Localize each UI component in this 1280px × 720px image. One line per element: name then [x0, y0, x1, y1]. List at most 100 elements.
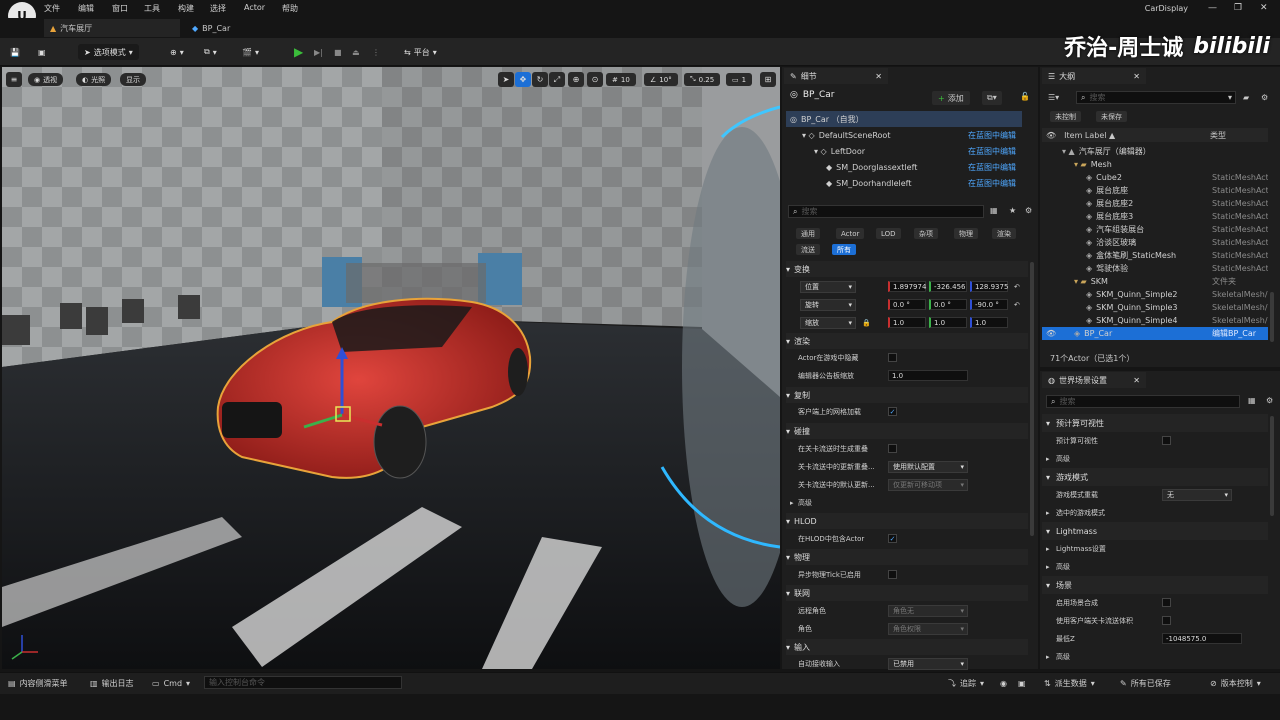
- selection-mode-dropdown[interactable]: ➤ 选项模式 ▾: [78, 44, 139, 60]
- net-load-checkbox[interactable]: ✓: [888, 407, 897, 416]
- outliner-row[interactable]: ◈ 展台底座3 StaticMeshAct: [1042, 210, 1268, 223]
- stop-button[interactable]: ■: [334, 44, 342, 60]
- type-column[interactable]: 类型: [1210, 130, 1226, 141]
- filter-chip[interactable]: LOD: [876, 228, 901, 239]
- world-settings-row[interactable]: ▾ 预计算可视性: [1042, 414, 1268, 432]
- menu-item[interactable]: Actor: [244, 3, 265, 12]
- outliner-row[interactable]: ◈ 展台底座 StaticMeshAct: [1042, 184, 1268, 197]
- outliner-search-input[interactable]: ⌕ 搜索 ▾: [1076, 91, 1236, 104]
- source-control-button[interactable]: ⊘ 版本控制 ▾: [1210, 677, 1261, 689]
- outliner-scrollbar[interactable]: [1270, 292, 1274, 342]
- location-y-input[interactable]: -326.456: [929, 281, 967, 292]
- details-scrollbar[interactable]: [1030, 262, 1034, 536]
- world-settings-row[interactable]: ▸ Lightmass设置: [1042, 540, 1268, 558]
- edit-in-blueprint-link[interactable]: 在蓝图中编辑: [968, 178, 1016, 189]
- menu-item[interactable]: 选择: [210, 3, 226, 14]
- close-window-icon[interactable]: ✕: [1260, 3, 1268, 13]
- maximize-viewport-icon[interactable]: ⊞: [760, 72, 776, 87]
- save-all-button[interactable]: ✎ 所有已保存: [1120, 677, 1171, 689]
- outliner-row[interactable]: ◈ SKM_Quinn_Simple4 SkeletalMesh/: [1042, 314, 1268, 327]
- table-view-icon[interactable]: ▦: [990, 206, 998, 215]
- visibility-eye-icon[interactable]: 👁: [1046, 329, 1056, 338]
- tab-blueprint[interactable]: ◆ BP_Car: [186, 19, 276, 37]
- blueprint-options-button[interactable]: ⧉▾: [982, 91, 1002, 105]
- outliner-row[interactable]: ◈ SKM_Quinn_Simple3 SkeletalMesh/: [1042, 301, 1268, 314]
- filter-chip[interactable]: 渲染: [992, 228, 1016, 239]
- scale-dropdown[interactable]: 缩放 ▾: [800, 317, 856, 329]
- component-row[interactable]: ◆ SM_Doorhandleleft 在蓝图中编辑: [786, 175, 1022, 191]
- scale-snap-button[interactable]: ⤡ 0.25: [684, 73, 721, 86]
- location-x-input[interactable]: 1.897974: [888, 281, 926, 292]
- add-actor-button[interactable]: ⊕ ▾: [170, 44, 184, 60]
- scale-tool-icon[interactable]: ⤢: [549, 72, 565, 87]
- outliner-row[interactable]: ▾ ▰ Mesh: [1042, 158, 1268, 171]
- scale-x-input[interactable]: 1.0: [888, 317, 926, 328]
- world-settings-row[interactable]: ▸ 高级: [1042, 558, 1268, 576]
- trace-button[interactable]: ⤵ 追踪 ▾: [948, 677, 984, 689]
- component-row[interactable]: ▾ ◇ LeftDoor 在蓝图中编辑: [786, 143, 1022, 159]
- select-tool-icon[interactable]: ➤: [498, 72, 514, 87]
- component-row[interactable]: ▾ ◇ DefaultSceneRoot 在蓝图中编辑: [786, 127, 1022, 143]
- hlod-section[interactable]: ▾ HLOD: [786, 513, 1028, 529]
- component-row[interactable]: ◎ BP_Car （自我）: [786, 111, 1022, 127]
- item-label-column[interactable]: Item Label ▲: [1064, 131, 1115, 140]
- filter-chip[interactable]: Actor: [836, 228, 865, 239]
- world-settings-row[interactable]: ▾ 游戏模式: [1042, 468, 1268, 486]
- close-tab-icon[interactable]: ✕: [1133, 376, 1140, 385]
- menu-item[interactable]: 窗口: [112, 3, 128, 14]
- translate-tool-icon[interactable]: ✥: [515, 72, 531, 87]
- hamburger-menu-icon[interactable]: ≡: [6, 72, 22, 87]
- update-overlap-dropdown[interactable]: 使用默认配置 ▾: [888, 461, 968, 473]
- camera-speed-button[interactable]: ▭ 1: [726, 73, 753, 86]
- outliner-row[interactable]: 👁 ◈ BP_Car 编辑BP_Car: [1042, 327, 1268, 340]
- grid-snap-button[interactable]: #10: [606, 73, 636, 86]
- reset-arrow-icon[interactable]: ↶: [1014, 301, 1020, 309]
- rendering-section[interactable]: ▾ 渲染: [786, 333, 1028, 349]
- outliner-row[interactable]: ◈ 洽谈区玻璃 StaticMeshAct: [1042, 236, 1268, 249]
- world-settings-checkbox[interactable]: [1162, 598, 1171, 607]
- edit-in-blueprint-link[interactable]: 在蓝图中编辑: [968, 130, 1016, 141]
- menu-item[interactable]: 构建: [178, 3, 194, 14]
- world-settings-checkbox[interactable]: [1162, 616, 1171, 625]
- platforms-dropdown[interactable]: ⇆ 平台 ▾: [404, 44, 437, 60]
- stop-trace-icon[interactable]: ▣: [1018, 677, 1026, 689]
- filter-chip[interactable]: 通用: [796, 228, 820, 239]
- outliner-row[interactable]: ◈ 汽车组装展台 StaticMeshAct: [1042, 223, 1268, 236]
- auto-input-dropdown[interactable]: 已禁用 ▾: [888, 658, 968, 670]
- blueprint-menu-button[interactable]: ⧉ ▾: [204, 44, 217, 60]
- play-options-icon[interactable]: ⋮: [372, 44, 380, 60]
- filter-chip[interactable]: 流送: [796, 244, 820, 255]
- transform-section[interactable]: ▾ 变换: [786, 261, 1028, 277]
- details-search-input[interactable]: ⌕ 搜索: [788, 205, 984, 218]
- billboard-scale-input[interactable]: 1.0: [888, 370, 968, 381]
- add-component-button[interactable]: + 添加: [932, 91, 970, 105]
- outliner-row[interactable]: ▾ ▰ SKM 文件夹: [1042, 275, 1268, 288]
- edit-in-blueprint-link[interactable]: 在蓝图中编辑: [968, 146, 1016, 157]
- record-icon[interactable]: ◉: [1000, 677, 1007, 689]
- perspective-button[interactable]: ◉ 透视: [28, 73, 64, 86]
- content-drawer-button[interactable]: ▤ 内容侧滑菜单: [8, 677, 68, 689]
- close-tab-icon[interactable]: ✕: [875, 72, 882, 81]
- tab-level[interactable]: ▲ 汽车展厅: [44, 19, 180, 37]
- filter-chip[interactable]: 物理: [954, 228, 978, 239]
- world-settings-scrollbar[interactable]: [1270, 416, 1274, 516]
- outliner-row[interactable]: ◈ 盒体笔刷_StaticMesh StaticMeshAct: [1042, 249, 1268, 262]
- generate-overlap-checkbox[interactable]: [888, 444, 897, 453]
- filter-chip[interactable]: 所有: [832, 244, 856, 255]
- console-command-input[interactable]: 输入控制台命令: [204, 676, 402, 689]
- cmd-dropdown[interactable]: ▭ Cmd ▾: [152, 677, 190, 689]
- game-mode-dropdown[interactable]: 无 ▾: [1162, 489, 1232, 501]
- settings-gear-icon[interactable]: ⚙: [1266, 396, 1273, 405]
- location-z-input[interactable]: 128.9375: [970, 281, 1008, 292]
- new-folder-icon[interactable]: ▰: [1243, 93, 1249, 102]
- outliner-row[interactable]: ◈ 展台底座2 StaticMeshAct: [1042, 197, 1268, 210]
- world-settings-row[interactable]: ▾ 场景: [1042, 576, 1268, 594]
- details-tab[interactable]: ✎ 细节 ✕: [784, 68, 888, 84]
- world-settings-search-input[interactable]: ⌕ 搜索: [1046, 395, 1240, 408]
- settings-gear-icon[interactable]: ⚙: [1025, 206, 1032, 215]
- collision-advanced-row[interactable]: ▸ 高级: [786, 494, 1028, 512]
- scale-z-input[interactable]: 1.0: [970, 317, 1008, 328]
- scale-y-input[interactable]: 1.0: [929, 317, 967, 328]
- table-view-icon[interactable]: ▦: [1248, 396, 1256, 405]
- close-tab-icon[interactable]: ✕: [1133, 72, 1140, 81]
